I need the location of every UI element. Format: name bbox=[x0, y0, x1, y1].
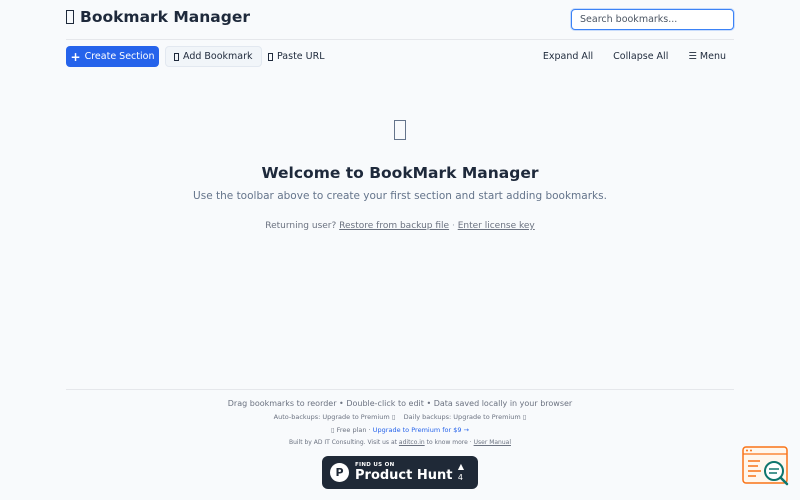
credits-separator: · bbox=[469, 439, 472, 446]
header: Bookmark Manager bbox=[66, 0, 734, 40]
toolbar: + Create Section Add Bookmark Paste URL … bbox=[66, 46, 734, 67]
welcome-subtitle: Use the toolbar above to create your fir… bbox=[193, 190, 607, 202]
footer-plan: ▯ Free plan · Upgrade to Premium for $9 … bbox=[66, 426, 734, 434]
create-section-button[interactable]: + Create Section bbox=[66, 46, 159, 67]
aditco-link[interactable]: aditco.in bbox=[399, 439, 425, 446]
product-hunt-name: Product Hunt bbox=[355, 468, 453, 483]
plan-separator: · bbox=[368, 426, 371, 434]
returning-prefix: Returning user? bbox=[265, 221, 337, 231]
empty-state: Welcome to BookMark Manager Use the tool… bbox=[0, 120, 800, 231]
hamburger-icon: ☰ bbox=[688, 51, 697, 62]
credits-prefix: Built by AD IT Consulting. Visit us at bbox=[288, 439, 397, 446]
credits-suffix: to know more bbox=[426, 439, 468, 446]
daily-backups-lock-icon: ▯ bbox=[522, 413, 527, 421]
clipboard-icon bbox=[268, 52, 273, 61]
search-input[interactable] bbox=[571, 9, 734, 30]
welcome-heading: Welcome to BookMark Manager bbox=[261, 164, 539, 182]
plan-icon: ▯ bbox=[330, 426, 335, 434]
create-section-label: Create Section bbox=[84, 51, 155, 62]
returning-user-line: Returning user? Restore from backup file… bbox=[0, 221, 800, 231]
product-hunt-logo-icon: P bbox=[330, 463, 349, 482]
app-title: Bookmark Manager bbox=[66, 8, 250, 26]
plus-icon: + bbox=[70, 49, 81, 64]
upgrade-premium-link[interactable]: Upgrade to Premium for $9 → bbox=[373, 426, 469, 434]
search-code-icon bbox=[742, 446, 789, 486]
plan-label: Free plan bbox=[336, 426, 367, 434]
footer-tips: Drag bookmarks to reorder • Double-click… bbox=[227, 399, 573, 408]
expand-all-button[interactable]: Expand All bbox=[543, 51, 593, 62]
upvote-arrow-icon: ▲ bbox=[457, 462, 464, 471]
bookmark-icon bbox=[66, 10, 74, 24]
bookmark-add-icon bbox=[174, 52, 179, 61]
toolbar-right-actions: Expand All Collapse All ☰ Menu bbox=[543, 46, 726, 67]
paste-url-button[interactable]: Paste URL bbox=[260, 46, 333, 67]
user-manual-link[interactable]: User Manual bbox=[474, 439, 511, 446]
page: Bookmark Manager + Create Section Add Bo… bbox=[0, 0, 800, 500]
footer-backups: Auto-backups: Upgrade to Premium ▯ Daily… bbox=[66, 413, 734, 421]
auto-backups-lock-icon: ▯ bbox=[391, 413, 396, 421]
empty-bookmark-icon bbox=[394, 120, 406, 140]
footer: Drag bookmarks to reorder • Double-click… bbox=[66, 389, 734, 446]
add-bookmark-label: Add Bookmark bbox=[183, 51, 253, 62]
menu-label: Menu bbox=[699, 51, 726, 62]
enter-license-link[interactable]: Enter license key bbox=[458, 221, 535, 231]
app-title-text: Bookmark Manager bbox=[80, 8, 251, 26]
restore-backup-link[interactable]: Restore from backup file bbox=[339, 221, 449, 231]
collapse-all-button[interactable]: Collapse All bbox=[613, 51, 668, 62]
product-hunt-badge[interactable]: P FIND US ON Product Hunt ▲ 4 bbox=[322, 456, 478, 489]
search-code-widget[interactable] bbox=[742, 446, 790, 488]
menu-button[interactable]: ☰ Menu bbox=[688, 51, 726, 62]
auto-backups-text: Auto-backups: Upgrade to Premium bbox=[273, 413, 390, 421]
add-bookmark-button[interactable]: Add Bookmark bbox=[165, 46, 262, 67]
upvote-count: 4 bbox=[457, 473, 463, 482]
paste-url-label: Paste URL bbox=[277, 51, 325, 62]
footer-credits: Built by AD IT Consulting. Visit us at a… bbox=[66, 439, 734, 446]
daily-backups-text: Daily backups: Upgrade to Premium bbox=[403, 413, 521, 421]
returning-separator: · bbox=[451, 221, 455, 231]
